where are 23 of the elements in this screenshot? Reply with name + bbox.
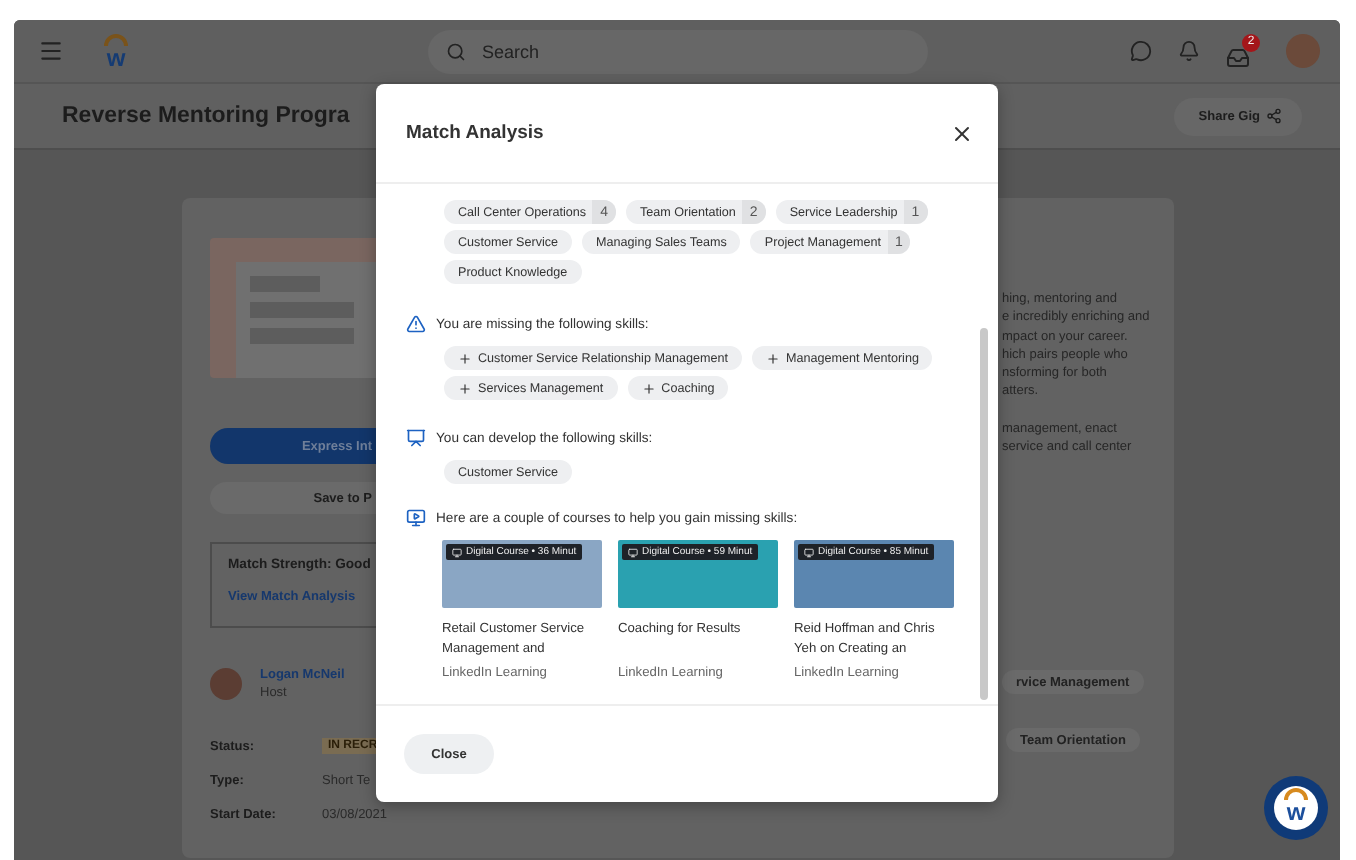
plus-icon (458, 351, 472, 365)
page-title: Reverse Mentoring Progra (62, 104, 350, 128)
assistant-button[interactable]: w (1264, 776, 1328, 840)
share-icon (1266, 108, 1282, 124)
dialog-title: Match Analysis (406, 122, 544, 144)
presentation-icon (406, 428, 426, 448)
search-icon (446, 41, 466, 61)
logo: w (100, 32, 132, 70)
menu-icon[interactable] (38, 38, 64, 64)
close-icon[interactable] (950, 121, 974, 145)
logo: w (1280, 786, 1312, 824)
scrollbar-thumb[interactable] (980, 328, 988, 700)
search-field[interactable]: Search (428, 29, 928, 73)
plus-icon (641, 381, 656, 395)
chat-icon[interactable] (1130, 40, 1152, 62)
search-input[interactable]: Search (478, 39, 878, 63)
plus-icon (458, 381, 472, 395)
inbox-icon[interactable] (1226, 45, 1250, 69)
warning-icon (406, 314, 426, 334)
monitor-play-icon (406, 508, 426, 528)
plus-icon (765, 351, 780, 365)
bell-icon[interactable] (1178, 40, 1200, 62)
host-avatar (210, 668, 242, 700)
